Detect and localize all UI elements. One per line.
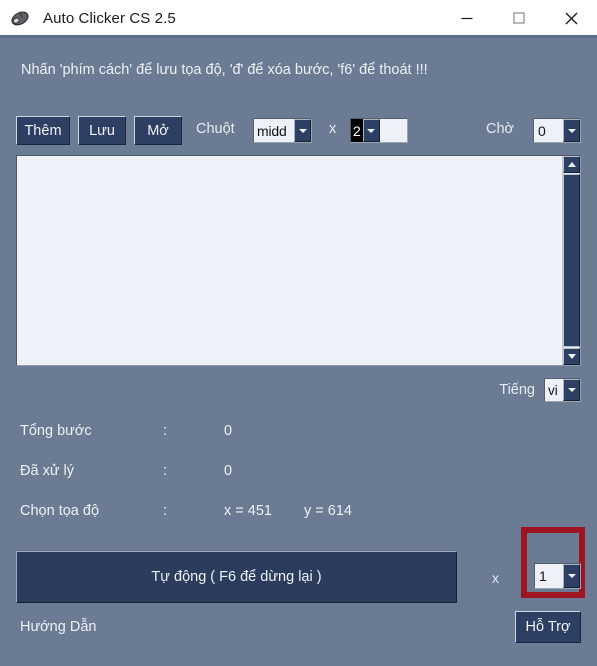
stat-value-x: x = 451	[224, 503, 272, 519]
click-count-select[interactable]: 2	[350, 118, 408, 143]
mouse-icon	[9, 7, 31, 29]
chevron-down-icon[interactable]	[563, 119, 580, 142]
title-accent-bar	[0, 35, 597, 38]
title-bar: Auto Clicker CS 2.5	[0, 0, 597, 36]
minimize-icon	[461, 17, 473, 20]
support-button[interactable]: Hỗ Trợ	[515, 611, 581, 643]
stat-row-coordinates: Chọn tọa độ : x = 451 y = 614	[0, 498, 597, 538]
add-step-button[interactable]: Thêm	[16, 116, 70, 145]
window-title: Auto Clicker CS 2.5	[43, 9, 176, 27]
stat-colon: :	[163, 463, 168, 479]
mouse-button-select[interactable]: midd	[253, 118, 312, 143]
mouse-button-value: midd	[257, 122, 287, 139]
chevron-down-icon[interactable]	[563, 379, 580, 401]
stat-value-y: y = 614	[304, 503, 352, 519]
open-button[interactable]: Mở	[134, 116, 182, 145]
close-button[interactable]	[545, 0, 597, 36]
mouse-label: Chuột	[196, 121, 235, 137]
chevron-down-icon[interactable]	[362, 119, 380, 142]
repeat-times-symbol: x	[492, 570, 499, 586]
title-bar-left: Auto Clicker CS 2.5	[0, 7, 441, 29]
scrollbar-thumb[interactable]	[563, 174, 580, 347]
language-row: Tiếng vi	[0, 378, 597, 404]
stat-row-total-steps: Tổng bước : 0	[0, 418, 597, 458]
wait-value: 0	[538, 122, 546, 139]
close-icon	[565, 12, 577, 24]
language-value: vi	[548, 382, 558, 398]
window-controls	[441, 0, 597, 36]
language-select[interactable]: vi	[544, 378, 581, 402]
repeat-count-select[interactable]: 1	[534, 563, 581, 589]
toolbar: Thêm Lưu Mở Chuột midd x 2 Chờ 0	[0, 116, 597, 148]
stat-colon: :	[163, 503, 168, 519]
stat-label: Chọn tọa độ	[20, 503, 100, 519]
guide-link[interactable]: Hướng Dẫn	[20, 619, 96, 635]
stat-value: 0	[224, 423, 233, 439]
stats-panel: Tổng bước : 0 Đã xử lý : 0 Chọn tọa độ :…	[0, 418, 597, 538]
scroll-down-arrow-icon[interactable]	[563, 348, 580, 365]
wait-select[interactable]: 0	[533, 118, 581, 143]
auto-run-button[interactable]: Tự động ( F6 để dừng lại )	[16, 551, 457, 603]
repeat-count-value: 1	[539, 568, 547, 584]
steps-list-area[interactable]	[16, 155, 581, 366]
language-label: Tiếng	[499, 382, 535, 398]
stat-value: 0	[224, 463, 233, 479]
hotkey-hint-text: Nhấn 'phím cách' để lưu tọa độ, 'đ' để x…	[21, 62, 428, 78]
chevron-down-icon[interactable]	[563, 564, 580, 588]
maximize-button[interactable]	[493, 0, 545, 36]
scroll-up-arrow-icon[interactable]	[563, 156, 580, 173]
click-count-value: 2	[351, 119, 363, 142]
steps-list-content[interactable]	[17, 156, 562, 365]
stat-label: Tổng bước	[20, 423, 92, 439]
maximize-icon	[513, 12, 525, 24]
save-button[interactable]: Lưu	[78, 116, 126, 145]
click-count-times-symbol: x	[329, 121, 337, 137]
chevron-down-icon[interactable]	[294, 119, 311, 142]
auto-clicker-window: Auto Clicker CS 2.5 Nhấn 'phím cách' để …	[0, 0, 597, 666]
wait-label: Chờ	[486, 121, 515, 137]
stat-label: Đã xử lý	[20, 463, 75, 479]
stat-row-processed: Đã xử lý : 0	[0, 458, 597, 498]
stat-colon: :	[163, 423, 168, 439]
steps-list-scrollbar[interactable]	[562, 156, 580, 365]
minimize-button[interactable]	[441, 0, 493, 36]
